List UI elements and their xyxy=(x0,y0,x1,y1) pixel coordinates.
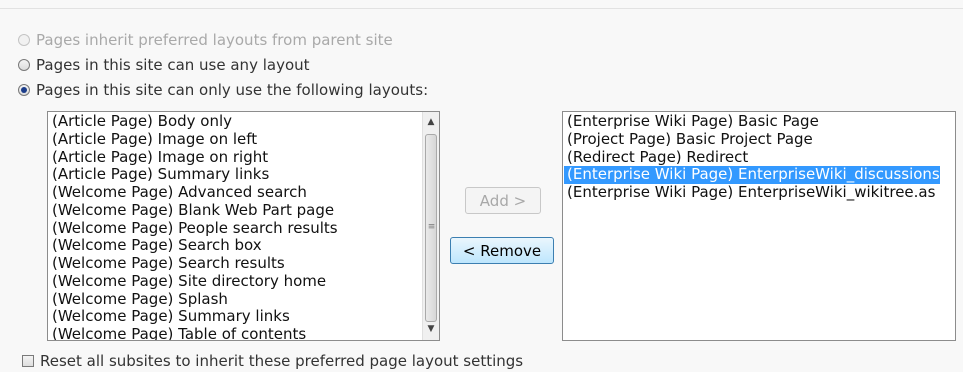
reset-subsites-option[interactable]: Reset all subsites to inherit these pref… xyxy=(22,351,523,371)
scroll-up-arrow-icon[interactable]: ▲ xyxy=(423,114,439,131)
selected-layouts-list: (Enterprise Wiki Page) Basic Page (Proje… xyxy=(563,112,940,202)
remove-button[interactable]: < Remove xyxy=(450,237,554,264)
reset-subsites-label: Reset all subsites to inherit these pref… xyxy=(40,352,524,370)
available-layout-item[interactable]: (Welcome Page) Splash xyxy=(49,290,338,309)
radio-only-following-button[interactable] xyxy=(18,84,30,96)
radio-inherit-label: Pages inherit preferred layouts from par… xyxy=(36,31,393,49)
available-layout-item[interactable]: (Article Page) Summary links xyxy=(49,165,338,184)
radio-any-layout-button[interactable] xyxy=(18,59,30,71)
available-layouts-scrollbar[interactable]: ▲ ≡ ▼ xyxy=(422,112,439,340)
add-button[interactable]: Add > xyxy=(465,187,541,214)
available-layout-item[interactable]: (Welcome Page) Search results xyxy=(49,254,338,273)
available-layout-item[interactable]: (Welcome Page) Blank Web Part page xyxy=(49,201,338,220)
reset-subsites-checkbox[interactable] xyxy=(22,355,34,367)
radio-inherit-option[interactable]: Pages inherit preferred layouts from par… xyxy=(18,30,393,50)
selected-layout-item[interactable]: (Enterprise Wiki Page) Basic Page xyxy=(564,112,940,131)
radio-any-layout-option[interactable]: Pages in this site can use any layout xyxy=(18,55,310,75)
available-layouts-list: (Article Page) Body only (Article Page) … xyxy=(48,112,338,340)
radio-inherit-button[interactable] xyxy=(18,34,30,46)
available-layout-item[interactable]: (Welcome Page) People search results xyxy=(49,219,338,238)
radio-any-layout-label: Pages in this site can use any layout xyxy=(36,56,310,74)
available-layouts-listbox[interactable]: (Article Page) Body only (Article Page) … xyxy=(47,111,440,341)
selected-layout-item[interactable]: (Redirect Page) Redirect xyxy=(564,148,940,167)
available-layout-item[interactable]: (Article Page) Body only xyxy=(49,112,338,131)
selected-layout-item-highlighted[interactable]: (Enterprise Wiki Page) EnterpriseWiki_di… xyxy=(564,165,940,184)
available-layout-item[interactable]: (Article Page) Image on left xyxy=(49,130,338,149)
available-layout-item[interactable]: (Welcome Page) Summary links xyxy=(49,307,338,326)
available-layout-item[interactable]: (Article Page) Image on right xyxy=(49,148,338,167)
selected-layouts-listbox[interactable]: (Enterprise Wiki Page) Basic Page (Proje… xyxy=(562,111,956,341)
selected-layout-item[interactable]: (Project Page) Basic Project Page xyxy=(564,130,940,149)
radio-only-following-option[interactable]: Pages in this site can only use the foll… xyxy=(18,80,428,100)
available-layout-item[interactable]: (Welcome Page) Advanced search xyxy=(49,183,338,202)
top-divider xyxy=(0,8,963,9)
scrollbar-thumb[interactable]: ≡ xyxy=(425,134,437,322)
selected-layout-item[interactable]: (Enterprise Wiki Page) EnterpriseWiki_wi… xyxy=(564,183,940,202)
scrollbar-grip-icon: ≡ xyxy=(427,222,436,232)
available-layout-item[interactable]: (Welcome Page) Table of contents xyxy=(49,325,338,340)
radio-only-following-label: Pages in this site can only use the foll… xyxy=(36,81,429,99)
available-layout-item[interactable]: (Welcome Page) Site directory home xyxy=(49,272,338,291)
scroll-down-arrow-icon[interactable]: ▼ xyxy=(423,321,439,338)
available-layout-item[interactable]: (Welcome Page) Search box xyxy=(49,236,338,255)
